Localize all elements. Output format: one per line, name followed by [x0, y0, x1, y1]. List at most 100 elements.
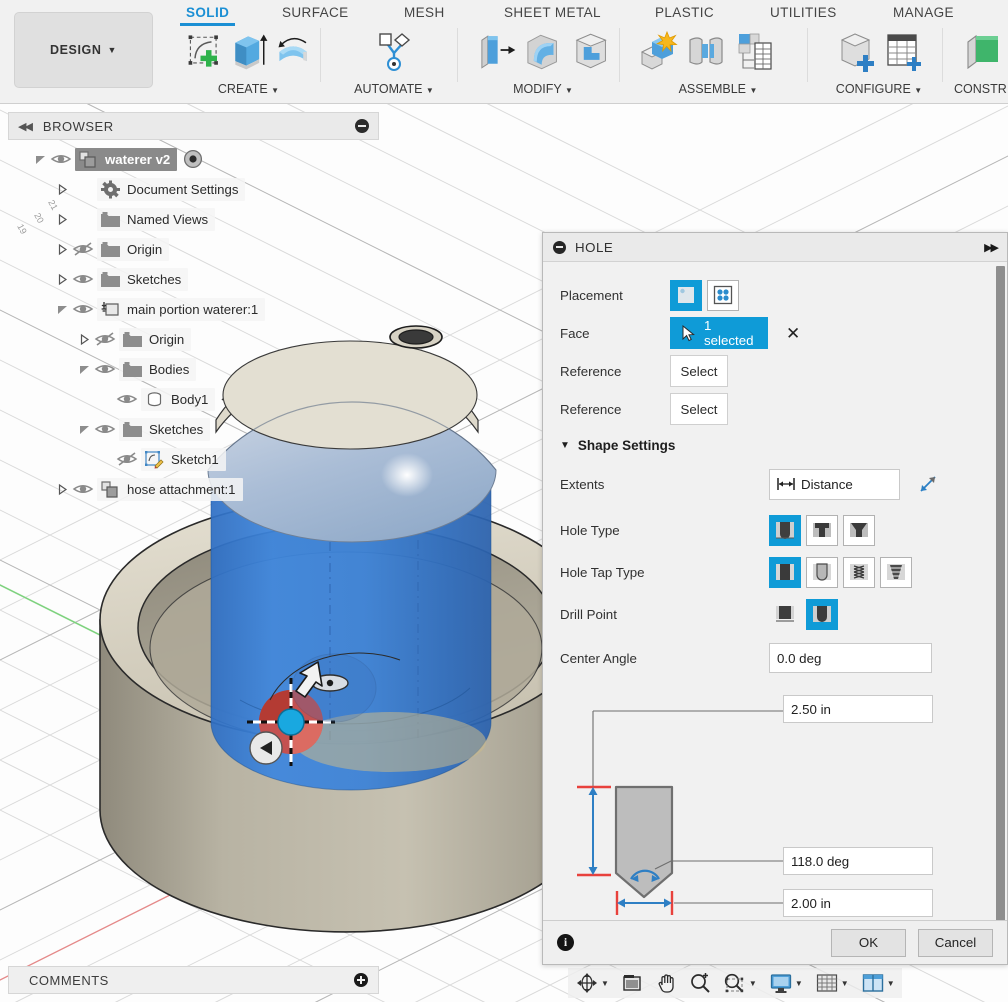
multiple-holes-placement-button[interactable]: [707, 279, 739, 311]
scrollbar-thumb[interactable]: [996, 266, 1005, 920]
close-icon[interactable]: ✕: [786, 325, 800, 342]
new-component-icon[interactable]: [636, 28, 680, 74]
twisty-collapsed-icon[interactable]: [78, 333, 91, 346]
eye-hidden-icon[interactable]: [116, 451, 138, 467]
create-sketch-icon[interactable]: [184, 28, 224, 74]
configure-add-icon[interactable]: [833, 28, 877, 74]
tab-plastic[interactable]: PLASTIC: [655, 5, 714, 20]
simple-tap-button[interactable]: [769, 556, 801, 588]
tree-item-named-views[interactable]: Named Views: [8, 204, 379, 234]
flip-direction-icon[interactable]: [917, 473, 939, 495]
tree-item-hose-attachment-1[interactable]: hose attachment:1: [8, 474, 379, 504]
twisty-collapsed-icon[interactable]: [56, 243, 69, 256]
configure-table-icon[interactable]: [881, 28, 925, 74]
tree-item-sketches[interactable]: Sketches: [8, 414, 379, 444]
tree-item-waterer-v2[interactable]: waterer v2: [8, 144, 379, 174]
ok-button[interactable]: OK: [831, 928, 906, 957]
eye-visible-icon[interactable]: [94, 361, 116, 377]
zoom-window-button[interactable]: ▼: [722, 972, 758, 994]
ribbon-group-label-automate[interactable]: AUTOMATE ▼: [330, 82, 458, 96]
add-comment-icon[interactable]: [354, 973, 368, 987]
countersink-hole-button[interactable]: [843, 514, 875, 546]
construction-plane-icon[interactable]: [958, 28, 1002, 74]
press-pull-icon[interactable]: [474, 28, 517, 74]
tree-item-document-settings[interactable]: Document Settings: [8, 174, 379, 204]
simple-hole-button[interactable]: [769, 514, 801, 546]
viewports-button[interactable]: ▼: [860, 972, 896, 994]
browser-header[interactable]: ◀◀ BROWSER: [8, 112, 379, 140]
twisty-collapsed-icon[interactable]: [56, 273, 69, 286]
chevron-down-icon[interactable]: ▼: [749, 979, 757, 988]
eye-hidden-icon[interactable]: [72, 241, 94, 257]
ribbon-group-label-assemble[interactable]: ASSEMBLE ▼: [628, 82, 808, 96]
extents-dropdown[interactable]: Distance: [769, 468, 900, 500]
zoom-button[interactable]: [688, 972, 712, 994]
twisty-expanded-icon[interactable]: [56, 303, 69, 316]
eye-visible-icon[interactable]: [72, 481, 94, 497]
twisty-collapsed-icon[interactable]: [56, 213, 69, 226]
hole-dialog-header[interactable]: HOLE ▶▶: [543, 233, 1007, 262]
tree-item-body1[interactable]: Body1: [8, 384, 379, 414]
tree-item-main-portion-waterer-1[interactable]: main portion waterer:1: [8, 294, 379, 324]
shell-icon[interactable]: [569, 28, 612, 74]
ribbon-group-label-configure[interactable]: CONFIGURE ▼: [815, 82, 943, 96]
cancel-button[interactable]: Cancel: [918, 928, 993, 957]
comments-bar[interactable]: COMMENTS: [8, 966, 379, 994]
ribbon-group-label-modify[interactable]: MODIFY ▼: [466, 82, 620, 96]
tree-item-bodies[interactable]: Bodies: [8, 354, 379, 384]
minimize-icon[interactable]: [355, 119, 369, 133]
angle-drill-point-button[interactable]: [806, 598, 838, 630]
collapse-left-icon[interactable]: ◀◀: [18, 120, 33, 133]
assemble-table-icon[interactable]: [732, 28, 776, 74]
eye-visible-icon[interactable]: [94, 421, 116, 437]
counterbore-hole-button[interactable]: [806, 514, 838, 546]
joint-icon[interactable]: [684, 28, 728, 74]
tab-mesh[interactable]: MESH: [404, 5, 445, 20]
vertical-scrollbar[interactable]: [996, 266, 1005, 920]
chevron-down-icon[interactable]: ▼: [887, 979, 895, 988]
workspace-selector-button[interactable]: DESIGN ▼: [14, 12, 153, 88]
reference2-select-button[interactable]: Select: [670, 393, 728, 425]
tapped-tap-button[interactable]: [843, 556, 875, 588]
reference1-select-button[interactable]: Select: [670, 355, 728, 387]
orbit-button[interactable]: ▼: [574, 972, 610, 994]
extrude-icon[interactable]: [228, 28, 268, 74]
automate-icon[interactable]: [372, 28, 416, 74]
tree-item-sketch1[interactable]: Sketch1: [8, 444, 379, 474]
tab-sheet-metal[interactable]: SHEET METAL: [504, 5, 601, 20]
eye-visible-icon[interactable]: [72, 301, 94, 317]
look-at-button[interactable]: [620, 972, 644, 994]
hole-depth-input[interactable]: 2.50 in: [783, 695, 933, 723]
single-hole-placement-button[interactable]: [670, 279, 702, 311]
tab-surface[interactable]: SURFACE: [282, 5, 349, 20]
tree-item-origin[interactable]: Origin: [8, 234, 379, 264]
shape-settings-header[interactable]: ▼ Shape Settings: [543, 428, 1007, 459]
center-angle-input[interactable]: 0.0 deg: [769, 643, 932, 673]
tab-solid[interactable]: SOLID: [179, 5, 236, 26]
tab-utilities[interactable]: UTILITIES: [770, 5, 837, 20]
chevron-down-icon[interactable]: ▼: [841, 979, 849, 988]
chevron-down-icon[interactable]: ▼: [795, 979, 803, 988]
twisty-expanded-icon[interactable]: [78, 423, 91, 436]
expand-right-icon[interactable]: ▶▶: [984, 241, 999, 254]
chevron-down-icon[interactable]: ▼: [601, 979, 609, 988]
pan-button[interactable]: [654, 972, 678, 994]
ribbon-group-label-create[interactable]: CREATE ▼: [176, 82, 321, 96]
ribbon-group-label-construct[interactable]: CONSTR: [950, 82, 1008, 96]
twisty-expanded-icon[interactable]: [34, 153, 47, 166]
face-selection-button[interactable]: 1 selected: [670, 317, 768, 349]
revolve-icon[interactable]: [273, 28, 313, 74]
point-angle-input[interactable]: 118.0 deg: [783, 847, 933, 875]
twisty-expanded-icon[interactable]: [78, 363, 91, 376]
fillet-icon[interactable]: [521, 28, 564, 74]
tab-manage[interactable]: MANAGE: [893, 5, 954, 20]
eye-hidden-icon[interactable]: [94, 331, 116, 347]
activate-component-radio[interactable]: [183, 149, 203, 169]
minimize-icon[interactable]: [553, 240, 566, 254]
flat-drill-point-button[interactable]: [769, 599, 801, 630]
twisty-collapsed-icon[interactable]: [56, 483, 69, 496]
eye-visible-icon[interactable]: [116, 391, 138, 407]
grid-snaps-button[interactable]: ▼: [814, 972, 850, 994]
eye-visible-icon[interactable]: [50, 151, 72, 167]
clearance-tap-button[interactable]: [806, 556, 838, 588]
